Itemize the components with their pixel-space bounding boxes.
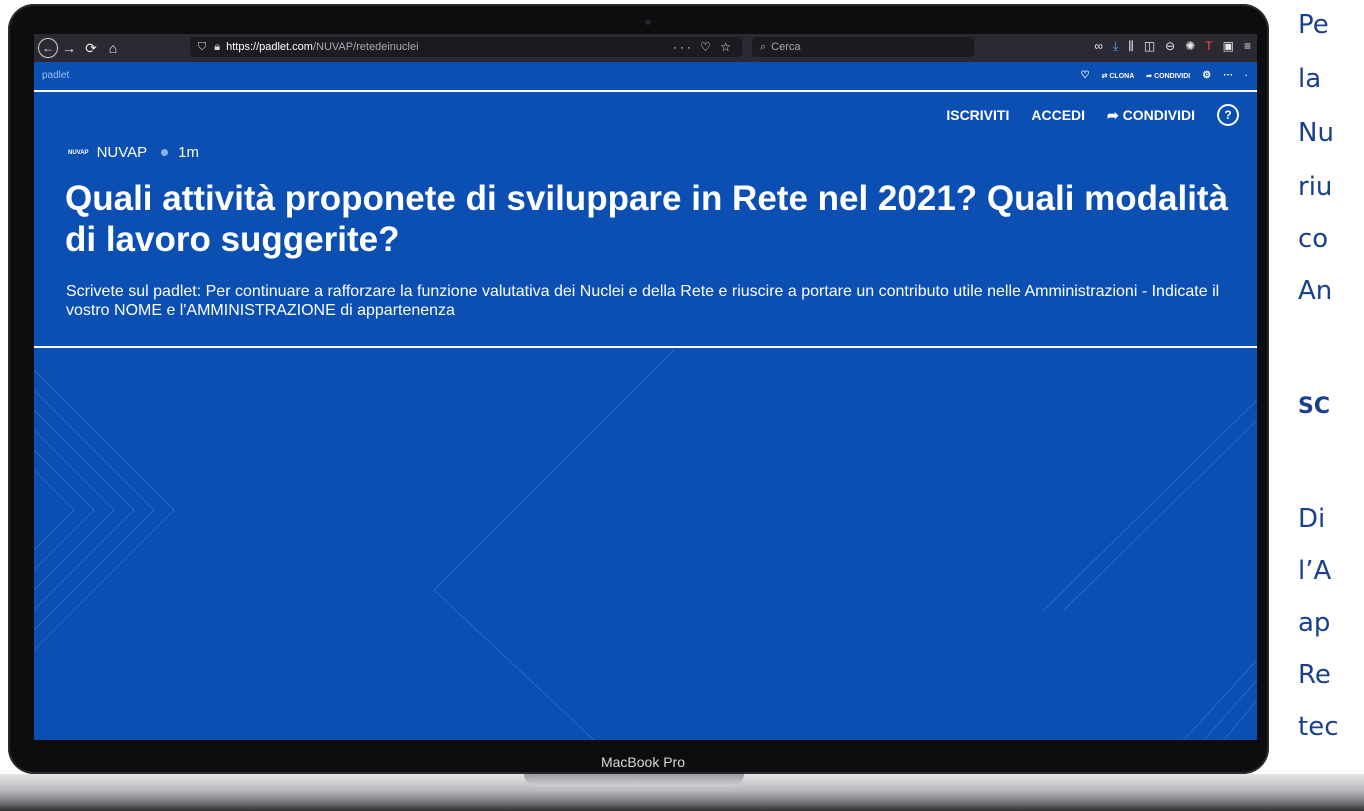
slide-line: Di	[1298, 504, 1326, 534]
browser-screen: ← → ⟳ ⌂ ⛉ 🔒︎ https://padlet.com/NUVAP/re…	[34, 34, 1257, 740]
heart-icon[interactable]: ♡	[1081, 70, 1090, 81]
share-link-label: CONDIVIDI	[1122, 106, 1195, 123]
device-model-label: MacBook Pro	[600, 754, 686, 770]
header-links: ISCRIVITI ACCEDI ➦ CONDIVIDI ?	[946, 104, 1239, 126]
padlet-topbar: padlet ♡ ⇄ CLONA ➦ CONDIVIDI ⚙ ··· ▪	[34, 62, 1257, 92]
url-path: /NUVAP/retedeinuclei	[312, 41, 419, 53]
header-divider	[34, 346, 1257, 348]
sidebar-icon[interactable]: ◫	[1144, 39, 1155, 54]
help-icon[interactable]: ?	[1217, 104, 1239, 126]
browser-toolbar: ← → ⟳ ⌂ ⛉ 🔒︎ https://padlet.com/NUVAP/re…	[34, 34, 1257, 62]
time-ago: 1m	[178, 144, 199, 161]
url-text: https://padlet.com/NUVAP/retedeinuclei	[226, 41, 418, 53]
search-icon: ⌕	[760, 40, 767, 53]
clone-button[interactable]: ⇄ CLONA	[1102, 72, 1135, 80]
reload-button[interactable]: ⟳	[80, 40, 102, 57]
extension-t-icon[interactable]: T	[1205, 39, 1212, 54]
forward-button[interactable]: →	[58, 40, 80, 56]
padlet-description: Scrivete sul padlet: Per continuare a ra…	[66, 283, 1220, 319]
search-placeholder: Cerca	[771, 41, 801, 53]
url-host: https://padlet.com	[226, 41, 313, 53]
slide-line: Pe	[1298, 10, 1329, 40]
download-icon[interactable]: ⤓	[1113, 39, 1118, 54]
slide-line: tec	[1298, 712, 1339, 742]
home-button[interactable]: ⌂	[102, 40, 124, 56]
user-avatar[interactable]: ▪	[1245, 73, 1247, 79]
author-line: NUVAP NUVAP 1m	[68, 144, 199, 161]
slide-line: Re	[1298, 660, 1331, 690]
camera-icon	[645, 19, 651, 25]
slide-line: l’A	[1298, 556, 1332, 586]
padlet-tools: ♡ ⇄ CLONA ➦ CONDIVIDI ⚙ ··· ▪	[1081, 70, 1247, 81]
extension-icon[interactable]: ✺	[1185, 39, 1195, 54]
slide-line: riu	[1298, 172, 1333, 202]
library-icon[interactable]: ⫼	[1128, 39, 1134, 54]
screenshot-icon[interactable]: ▣	[1223, 39, 1234, 54]
slide-line: Nu	[1298, 118, 1334, 148]
search-bar[interactable]: ⌕ Cerca	[752, 37, 974, 57]
clone-label: CLONA	[1109, 72, 1135, 80]
slide-line: la	[1298, 64, 1322, 94]
share-link[interactable]: ➦ CONDIVIDI	[1107, 107, 1195, 124]
address-bar[interactable]: ⛉ 🔒︎ https://padlet.com/NUVAP/retedeinuc…	[190, 37, 742, 57]
laptop-bezel: ← → ⟳ ⌂ ⛉ 🔒︎ https://padlet.com/NUVAP/re…	[8, 4, 1269, 774]
lock-icon: 🔒︎	[214, 40, 221, 53]
padlet-logo[interactable]: padlet	[42, 70, 69, 81]
slide-text-fragment: Pe la Nu riu co An SC Di l’A ap Re tec	[1298, 0, 1364, 811]
slide-line: SC	[1298, 394, 1330, 419]
login-link[interactable]: ACCEDI	[1031, 107, 1085, 123]
slide-line: ap	[1298, 608, 1331, 638]
padlet-title: Quali attività proponete di sviluppare i…	[65, 179, 1229, 259]
more-icon[interactable]: ···	[1223, 70, 1233, 81]
slide-line: An	[1298, 276, 1333, 306]
menu-icon[interactable]: ≡	[1244, 39, 1251, 54]
separator-dot	[161, 149, 169, 156]
share-label-small: CONDIVIDI	[1154, 72, 1191, 80]
infinity-icon[interactable]: ∞	[1094, 39, 1103, 54]
toolbar-icons: ∞ ⤓ ⫼ ◫ ⊖ ✺ T ▣ ≡	[1094, 39, 1251, 54]
author-badge: NUVAP	[68, 149, 89, 156]
background-pattern	[34, 350, 1257, 740]
shield-icon: ⛉	[198, 40, 207, 53]
page-actions[interactable]: ··· ♡ ☆	[673, 40, 734, 54]
account-icon[interactable]: ⊖	[1165, 39, 1175, 54]
slide-line: co	[1298, 224, 1329, 254]
laptop-notch	[524, 774, 744, 786]
share-button-small[interactable]: ➦ CONDIVIDI	[1146, 72, 1190, 80]
back-button[interactable]: ←	[38, 38, 58, 58]
author-name[interactable]: NUVAP	[97, 144, 148, 161]
signup-link[interactable]: ISCRIVITI	[946, 107, 1009, 123]
settings-icon[interactable]: ⚙	[1202, 70, 1211, 81]
